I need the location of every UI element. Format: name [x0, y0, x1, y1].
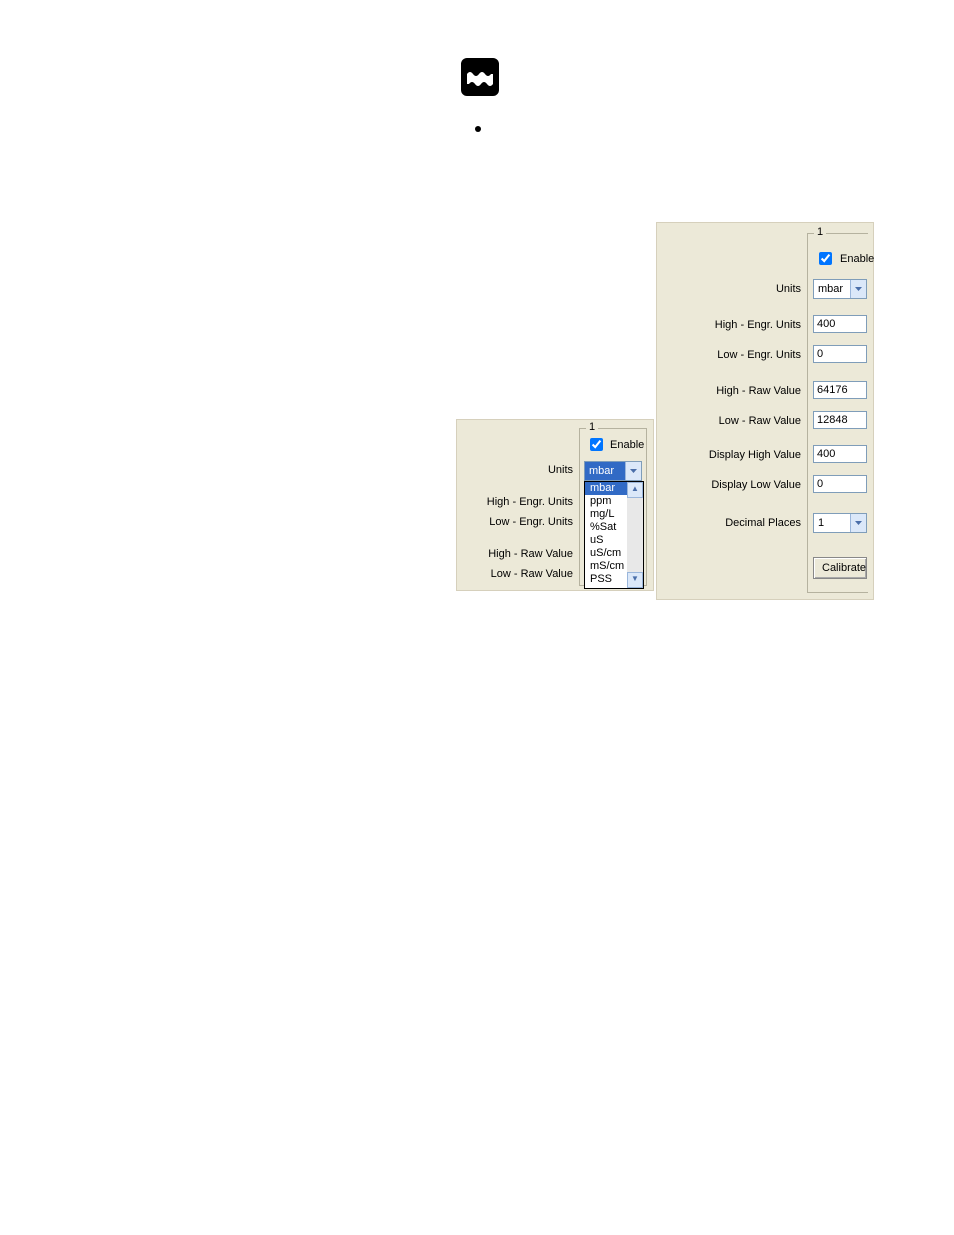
units-dropdown-list[interactable]: mbar ppm mg/L %Sat uS uS/cm mS/cm PSS ▲ …: [584, 481, 644, 589]
enable-label-left: Enable: [610, 439, 644, 451]
high-raw-label-left: High - Raw Value: [457, 548, 573, 560]
enable-checkbox-right[interactable]: [819, 252, 832, 265]
decimal-places-label: Decimal Places: [657, 517, 801, 529]
app-logo-icon: [461, 58, 499, 96]
dropdown-arrow-icon[interactable]: [625, 462, 641, 480]
display-high-label: Display High Value: [657, 449, 801, 461]
low-raw-input[interactable]: [813, 411, 867, 429]
dropdown-arrow-icon[interactable]: [850, 514, 866, 532]
units-combo-left[interactable]: mbar: [584, 461, 642, 481]
low-engr-input[interactable]: [813, 345, 867, 363]
low-raw-label-left: Low - Raw Value: [457, 568, 573, 580]
enable-checkbox-left[interactable]: [590, 438, 603, 451]
channel-group-left: 1 Enable mbar mbar ppm mg/L %Sat uS uS/c…: [579, 428, 647, 586]
units-combo-text-right: mbar: [814, 280, 850, 298]
dropdown-arrow-icon[interactable]: [850, 280, 866, 298]
high-engr-label-left: High - Engr. Units: [457, 496, 573, 508]
calibrate-button[interactable]: Calibrate: [813, 557, 867, 579]
enable-row-left: Enable: [586, 435, 644, 454]
low-raw-label-right: Low - Raw Value: [657, 415, 801, 427]
enable-label-right: Enable: [840, 253, 874, 265]
group-legend-left: 1: [586, 421, 598, 433]
units-combo-text-left: mbar: [585, 462, 625, 480]
scroll-down-icon[interactable]: ▼: [627, 572, 643, 588]
units-label-left: Units: [457, 464, 573, 476]
low-engr-label-left: Low - Engr. Units: [457, 516, 573, 528]
low-engr-label-right: Low - Engr. Units: [657, 349, 801, 361]
display-low-input[interactable]: [813, 475, 867, 493]
scroll-up-icon[interactable]: ▲: [627, 482, 643, 498]
group-legend-right: 1: [814, 226, 826, 238]
high-engr-input[interactable]: [813, 315, 867, 333]
dropdown-scrollbar[interactable]: ▲ ▼: [627, 482, 643, 588]
high-raw-label-right: High - Raw Value: [657, 385, 801, 397]
units-combo-right[interactable]: mbar: [813, 279, 867, 299]
bullet-dot-icon: [475, 126, 481, 132]
config-panel-left: 1 Enable mbar mbar ppm mg/L %Sat uS uS/c…: [456, 419, 654, 591]
decimal-places-combo[interactable]: 1: [813, 513, 867, 533]
display-high-input[interactable]: [813, 445, 867, 463]
display-low-label: Display Low Value: [657, 479, 801, 491]
units-label-right: Units: [657, 283, 801, 295]
high-engr-label-right: High - Engr. Units: [657, 319, 801, 331]
decimal-places-text: 1: [814, 514, 850, 532]
config-panel-right: 1 Enable Units mbar High - Engr. Units L…: [656, 222, 874, 600]
enable-row-right: Enable: [815, 249, 874, 268]
high-raw-input[interactable]: [813, 381, 867, 399]
